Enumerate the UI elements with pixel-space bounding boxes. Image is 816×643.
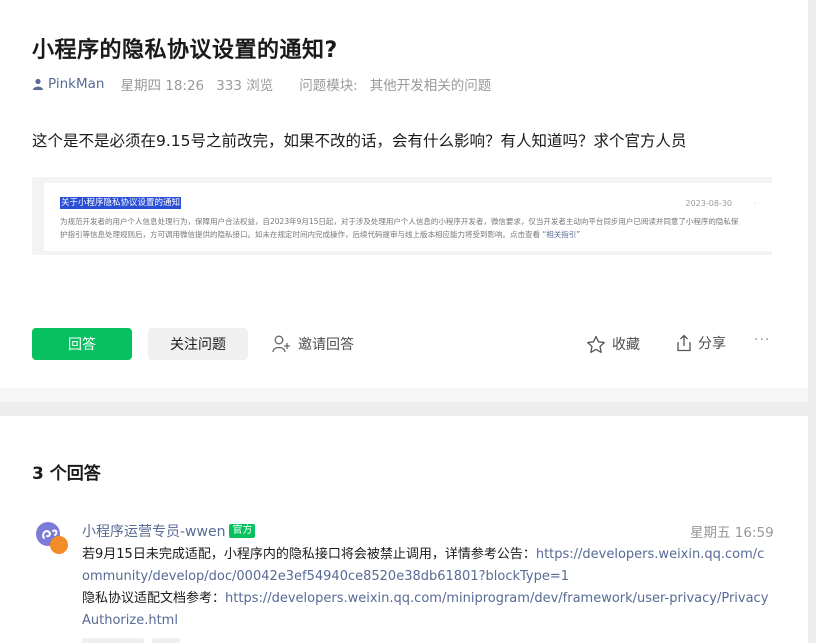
screenshot-title: 关于小程序隐私协议设置的通知 xyxy=(60,197,182,209)
answer-author-name: 小程序运营专员-wwen xyxy=(82,524,226,540)
star-icon xyxy=(587,335,605,353)
favorite-label: 收藏 xyxy=(612,337,640,353)
answer-button[interactable]: 回答 xyxy=(32,328,132,360)
answer-avatar[interactable] xyxy=(34,520,70,556)
miniprogram-logo-icon xyxy=(36,522,68,554)
answer-action-stub xyxy=(82,638,144,643)
answer-text-2: 隐私协议适配文档参考： xyxy=(82,591,226,606)
share-icon xyxy=(677,334,691,352)
invite-user-icon xyxy=(272,335,290,353)
screenshot-text: 为规范开发者的用户个人信息处理行为，保障用户合法权益，自2023年9月15日起，… xyxy=(60,215,740,241)
answer-time: 星期五 16:59 xyxy=(690,525,774,541)
question-card: 小程序的隐私协议设置的通知? PinkMan 星期四 18:26 333 浏览 … xyxy=(0,0,808,402)
screenshot-text-body: 为规范开发者的用户个人信息处理行为，保障用户合法权益，自2023年9月15日起，… xyxy=(60,217,739,239)
answer-author[interactable]: 小程序运营专员-wwen 官方 xyxy=(82,521,256,541)
author-name: PinkMan xyxy=(48,76,105,92)
answers-count: 3 个回答 xyxy=(32,464,101,484)
follow-question-button[interactable]: 关注问题 xyxy=(148,328,248,360)
favorite-button[interactable]: 收藏 xyxy=(586,328,640,360)
question-body: 这个是不是必须在9.15号之前改完，如果不改的话，会有什么影响？有人知道吗？求个… xyxy=(32,132,687,150)
answer-text-1: 若9月15日未完成适配，小程序内的隐私接口将会被禁止调用，详情参考公告： xyxy=(82,547,536,562)
question-views: 333 浏览 xyxy=(216,78,274,94)
user-icon xyxy=(33,78,43,90)
answer-paragraph-2: 隐私协议适配文档参考：https://developers.weixin.qq.… xyxy=(82,588,772,632)
question-meta: PinkMan 星期四 18:26 333 浏览 问题模块: 其他开发相关的问题 xyxy=(32,74,492,94)
question-author[interactable]: PinkMan xyxy=(32,76,104,92)
screenshot-text-link: “相关指引” xyxy=(542,230,581,239)
official-badge: 官方 xyxy=(229,524,256,538)
screenshot-date-sep: · xyxy=(753,199,756,208)
invite-answer-button[interactable]: 邀请回答 xyxy=(272,328,354,360)
share-label: 分享 xyxy=(698,336,726,352)
module-value[interactable]: 其他开发相关的问题 xyxy=(370,74,492,94)
page-gutter xyxy=(808,0,816,643)
answer-action-stub xyxy=(152,638,180,643)
answer-body: 若9月15日未完成适配，小程序内的隐私接口将会被禁止调用，详情参考公告：http… xyxy=(82,544,772,632)
screenshot-panel: 关于小程序隐私协议设置的通知 2023-08-30 · 为规范开发者的用户个人信… xyxy=(44,183,772,251)
section-divider xyxy=(0,388,808,402)
question-title: 小程序的隐私协议设置的通知? xyxy=(32,38,338,63)
module-label: 问题模块: xyxy=(299,78,358,94)
invite-answer-label: 邀请回答 xyxy=(298,337,354,353)
question-actions: 回答 关注问题 邀请回答 收藏 分享 ··· xyxy=(32,328,772,360)
answer-paragraph-1: 若9月15日未完成适配，小程序内的隐私接口将会被禁止调用，详情参考公告：http… xyxy=(82,544,772,588)
share-button[interactable]: 分享 xyxy=(676,328,726,358)
screenshot-date: 2023-08-30 xyxy=(685,199,733,208)
more-options-button[interactable]: ··· xyxy=(754,332,770,348)
question-time: 星期四 18:26 xyxy=(120,78,205,94)
question-screenshot-image[interactable]: 关于小程序隐私协议设置的通知 2023-08-30 · 为规范开发者的用户个人信… xyxy=(32,177,772,255)
